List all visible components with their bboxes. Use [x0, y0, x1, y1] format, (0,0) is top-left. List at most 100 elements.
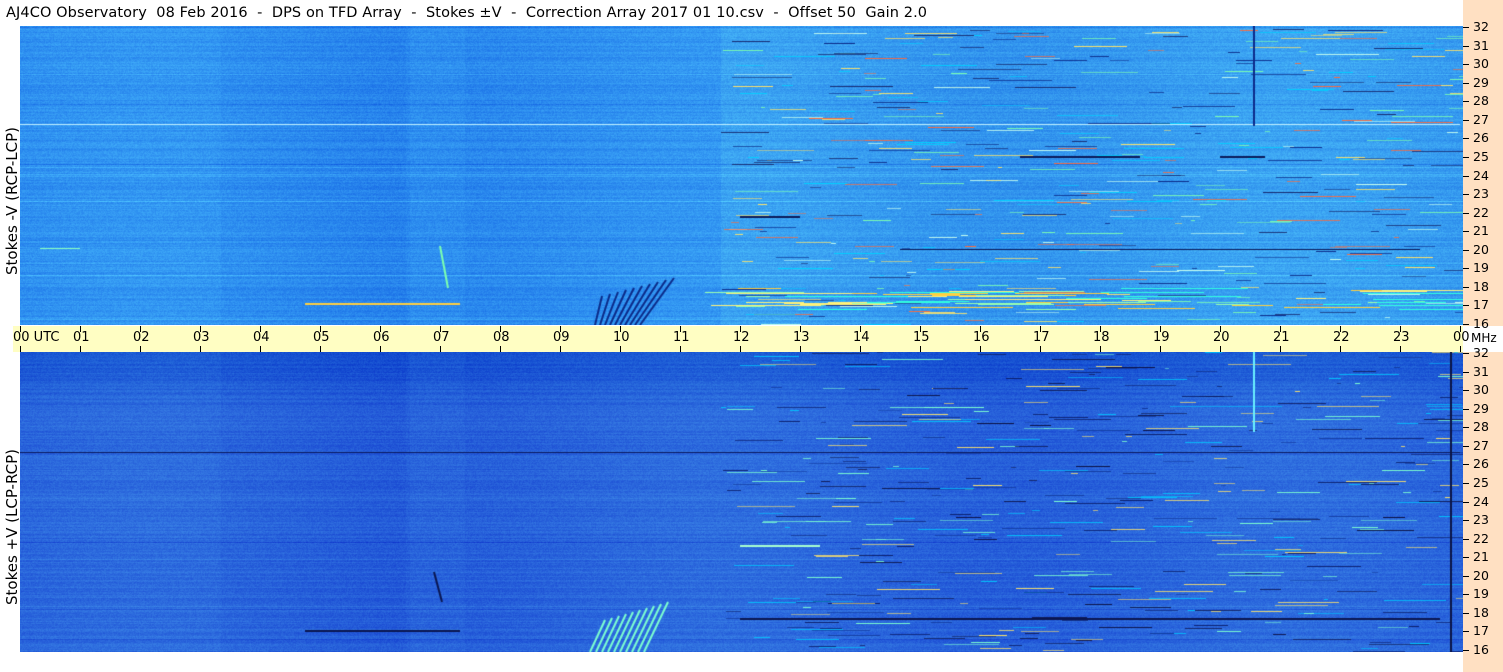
time-tick-label: 03 — [193, 330, 210, 345]
spectrogram-top-stokes-minus-v — [20, 26, 1463, 325]
freq-tick-label: 26 — [1473, 456, 1489, 472]
freq-tick-label: 20 — [1473, 567, 1489, 583]
time-tick-mark — [1100, 326, 1101, 332]
freq-tick-label: 30 — [1473, 382, 1489, 398]
freq-tick-label: 28 — [1473, 419, 1489, 435]
freq-tick-label: 30 — [1473, 56, 1489, 72]
freq-tick-mark — [1463, 268, 1469, 270]
freq-tick-label: 21 — [1473, 223, 1489, 239]
time-tick-mark — [380, 346, 381, 352]
freq-tick-mark — [1463, 501, 1469, 503]
time-tick-mark — [740, 326, 741, 332]
chart-title: AJ4CO Observatory 08 Feb 2016 - DPS on T… — [6, 5, 928, 21]
top-panel-ylabel: Stokes -V (RCP-LCP) — [3, 127, 21, 275]
freq-tick-mark — [1463, 64, 1469, 66]
freq-tick-mark — [1463, 390, 1469, 392]
time-tick-mark — [740, 346, 741, 352]
time-tick-label: 16 — [973, 330, 990, 345]
freq-tick-mark — [1463, 249, 1469, 251]
freq-tick-label: 31 — [1473, 37, 1489, 53]
freq-tick-mark — [1463, 324, 1469, 325]
time-tick-mark — [800, 326, 801, 332]
time-tick-mark — [1400, 326, 1401, 332]
frequency-axis-bottom: 32 31 30 29 28 27 26 25 24 23 22 21 20 19 18 17 16 — [1463, 346, 1503, 672]
freq-tick-mark — [1463, 101, 1469, 103]
time-tick-mark — [980, 326, 981, 332]
time-tick-mark — [620, 326, 621, 332]
time-tick-mark — [20, 346, 21, 352]
freq-tick-label: 32 — [1473, 345, 1489, 360]
time-tick-mark — [920, 346, 921, 352]
freq-tick-label: 23 — [1473, 512, 1489, 528]
freq-tick-mark — [1463, 82, 1469, 84]
time-tick-mark — [620, 346, 621, 352]
time-tick-label: 13 — [793, 330, 810, 345]
freq-tick-label: 27 — [1473, 111, 1489, 127]
time-tick-mark — [440, 346, 441, 352]
time-tick-mark — [20, 326, 21, 332]
time-tick-mark — [1220, 346, 1221, 352]
freq-tick-label: 18 — [1473, 604, 1489, 620]
time-tick-mark — [1280, 346, 1281, 352]
time-tick-mark — [260, 326, 261, 332]
freq-tick-mark — [1463, 594, 1469, 596]
freq-tick-mark — [1463, 305, 1469, 307]
freq-tick-label: 16 — [1473, 642, 1489, 657]
freq-tick-label: 22 — [1473, 204, 1489, 220]
time-tick-mark — [1040, 346, 1041, 352]
freq-tick-label: 19 — [1473, 586, 1489, 602]
time-tick-mark — [1460, 326, 1461, 332]
time-tick-mark — [500, 326, 501, 332]
time-tick-mark — [1340, 346, 1341, 352]
time-tick-mark — [560, 326, 561, 332]
freq-tick-mark — [1463, 408, 1469, 410]
utc-time-axis: 00 UTC 01 02 03 04 05 06 07 08 09 10 11 12 13 14 15 16 17… — [13, 326, 1470, 352]
freq-tick-label: 25 — [1473, 474, 1489, 490]
time-tick-mark — [1160, 346, 1161, 352]
freq-tick-label: 24 — [1473, 167, 1489, 183]
time-tick-mark — [500, 346, 501, 352]
freq-tick-label: 17 — [1473, 297, 1489, 313]
time-tick-label: 21 — [1273, 330, 1290, 345]
time-tick-mark — [860, 346, 861, 352]
time-tick-mark — [980, 346, 981, 352]
bottom-panel-ylabel: Stokes +V (LCP-RCP) — [3, 449, 21, 605]
time-tick-label: 23 — [1393, 330, 1410, 345]
freq-tick-mark — [1463, 353, 1469, 354]
freq-tick-mark — [1463, 575, 1469, 577]
time-tick-mark — [260, 346, 261, 352]
time-tick-mark — [380, 326, 381, 332]
time-tick-mark — [680, 346, 681, 352]
time-tick-label: 01 — [73, 330, 90, 345]
freq-tick-mark — [1463, 45, 1469, 47]
time-tick-mark — [1220, 326, 1221, 332]
time-tick-mark — [320, 346, 321, 352]
time-tick-label: 05 — [313, 330, 330, 345]
freq-tick-mark — [1463, 427, 1469, 429]
time-tick-mark — [80, 346, 81, 352]
freq-tick-mark — [1463, 231, 1469, 233]
freq-tick-label: 27 — [1473, 437, 1489, 453]
freq-tick-mark — [1463, 212, 1469, 214]
freq-tick-label: 26 — [1473, 130, 1489, 146]
time-tick-label: 04 — [253, 330, 270, 345]
freq-tick-label: 24 — [1473, 493, 1489, 509]
time-tick-label: 20 — [1213, 330, 1230, 345]
time-tick-label: 14 — [853, 330, 870, 345]
time-tick-mark — [80, 326, 81, 332]
freq-tick-mark — [1463, 612, 1469, 614]
time-tick-label: 06 — [373, 330, 390, 345]
freq-tick-label: 18 — [1473, 278, 1489, 294]
freq-tick-label: 22 — [1473, 530, 1489, 546]
freq-tick-mark — [1463, 464, 1469, 466]
freq-tick-mark — [1463, 194, 1469, 196]
time-tick-mark — [320, 326, 321, 332]
time-tick-mark — [140, 346, 141, 352]
time-tick-mark — [800, 346, 801, 352]
time-tick-label: 10 — [613, 330, 630, 345]
time-tick-mark — [200, 346, 201, 352]
time-tick-mark — [200, 326, 201, 332]
freq-tick-mark — [1463, 27, 1469, 28]
time-tick-label: 19 — [1153, 330, 1170, 345]
time-tick-mark — [1400, 346, 1401, 352]
